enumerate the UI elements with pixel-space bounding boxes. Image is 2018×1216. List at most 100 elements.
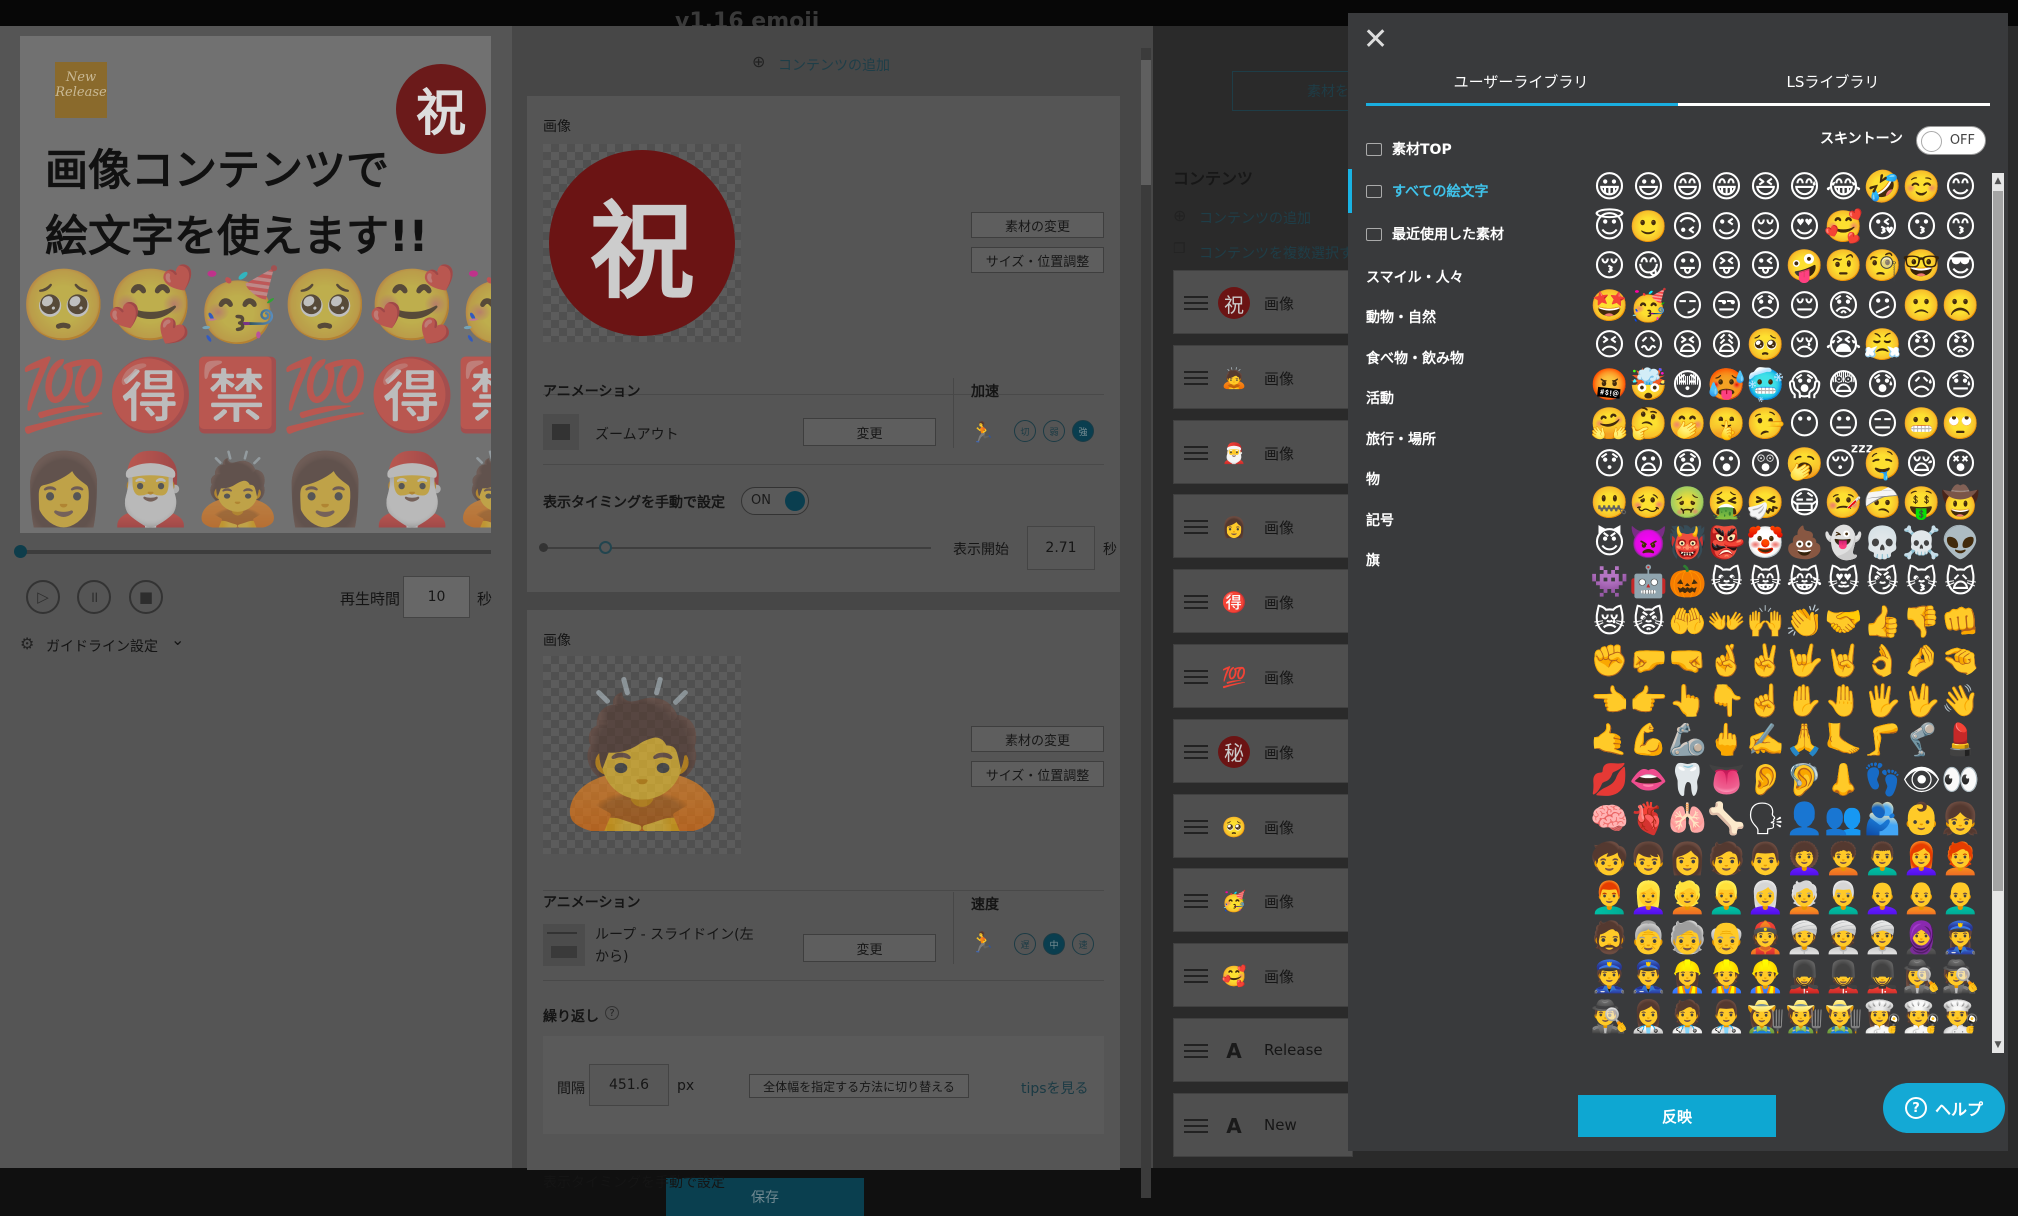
emoji-cell[interactable]: 🙁	[1902, 287, 1941, 327]
emoji-cell[interactable]: 😸	[1746, 563, 1785, 603]
reflect-button[interactable]: 反映	[1578, 1095, 1776, 1137]
emoji-cell[interactable]: 👴	[1707, 919, 1746, 959]
emoji-cell[interactable]: 😯	[1590, 445, 1629, 485]
emoji-cell[interactable]: 💪	[1629, 721, 1668, 761]
emoji-cell[interactable]: 👺	[1707, 524, 1746, 564]
emoji-cell[interactable]: 🤏	[1941, 642, 1980, 682]
emoji-cell[interactable]: 🖖	[1902, 682, 1941, 722]
scroll-up-icon[interactable]: ▲	[1992, 175, 2004, 187]
category-all-emoji[interactable]: すべての絵文字	[1366, 181, 1488, 201]
help-icon[interactable]: ?	[605, 1006, 619, 1020]
slider-start[interactable]	[539, 543, 548, 552]
emoji-cell[interactable]: 😤	[1863, 326, 1902, 366]
emoji-cell[interactable]: 🧑‍🦳	[1785, 879, 1824, 919]
emoji-cell[interactable]: 👷‍♀️	[1668, 958, 1707, 998]
emoji-cell[interactable]: 👮‍♂️	[1629, 958, 1668, 998]
timeline-handle[interactable]	[14, 545, 27, 558]
add-content-link[interactable]: コンテンツの追加	[1199, 208, 1311, 228]
emoji-cell[interactable]: 😏	[1668, 287, 1707, 327]
category-flags[interactable]: 旗	[1366, 550, 1380, 570]
emoji-cell[interactable]: 😼	[1863, 563, 1902, 603]
emoji-cell[interactable]: 😶	[1785, 405, 1824, 445]
emoji-cell[interactable]: 😌	[1746, 208, 1785, 248]
emoji-cell[interactable]: 😫	[1668, 326, 1707, 366]
emoji-cell[interactable]: 👇	[1707, 682, 1746, 722]
emoji-cell[interactable]: 😓	[1941, 366, 1980, 406]
emoji-cell[interactable]: 🧑‍🦱	[1824, 840, 1863, 880]
emoji-cell[interactable]: 🤮	[1707, 484, 1746, 524]
play-button[interactable]: ▷	[26, 580, 60, 614]
emoji-cell[interactable]: 😗	[1902, 208, 1941, 248]
emoji-cell[interactable]: 🥱	[1785, 445, 1824, 485]
emoji-cell[interactable]: 👨‍🦰	[1590, 879, 1629, 919]
emoji-cell[interactable]: 👮	[1590, 958, 1629, 998]
emoji-cell[interactable]: 👾	[1590, 563, 1629, 603]
size-position-button[interactable]: サイズ・位置調整	[971, 761, 1104, 787]
speed-medium[interactable]: 中	[1043, 933, 1065, 955]
skin-tone-toggle[interactable]: OFF	[1916, 126, 1986, 155]
emoji-cell[interactable]: 🫂	[1863, 800, 1902, 840]
add-content-link[interactable]: コンテンツの追加	[778, 55, 890, 75]
tips-link[interactable]: tipsを見る	[1021, 1078, 1089, 1098]
switch-width-button[interactable]: 全体幅を指定する方法に切り替える	[749, 1074, 969, 1098]
emoji-cell[interactable]: 🤧	[1746, 484, 1785, 524]
category-animals[interactable]: 動物・自然	[1366, 307, 1436, 327]
slider-handle[interactable]	[599, 541, 613, 554]
emoji-cell[interactable]: 💂‍♀️	[1785, 958, 1824, 998]
emoji-cell[interactable]: 👩‍🌾	[1746, 998, 1785, 1038]
emoji-cell[interactable]: 😰	[1863, 366, 1902, 406]
emoji-cell[interactable]: 🤢	[1668, 484, 1707, 524]
emoji-cell[interactable]: 🤌	[1902, 642, 1941, 682]
emoji-cell[interactable]: 👳‍♂️	[1863, 919, 1902, 959]
emoji-cell[interactable]: 🖕	[1707, 721, 1746, 761]
category-material-top[interactable]: 素材TOP	[1366, 139, 1452, 159]
accel-strong[interactable]: 強	[1072, 420, 1094, 442]
timing-toggle[interactable]: ON	[741, 487, 809, 515]
emoji-cell[interactable]: 🧠	[1590, 800, 1629, 840]
drag-handle-icon[interactable]	[1184, 744, 1208, 759]
emoji-cell[interactable]: 🫀	[1629, 800, 1668, 840]
emoji-cell[interactable]: 🤯	[1629, 366, 1668, 406]
help-button[interactable]: ? ヘルプ	[1883, 1083, 2005, 1133]
category-food[interactable]: 食べ物・飲み物	[1366, 348, 1464, 368]
emoji-cell[interactable]: 🤪	[1785, 247, 1824, 287]
emoji-cell[interactable]: 👮‍♀️	[1941, 919, 1980, 959]
emoji-cell[interactable]: 👻	[1824, 524, 1863, 564]
emoji-cell[interactable]: 😩	[1707, 326, 1746, 366]
emoji-cell[interactable]: 🙂	[1629, 208, 1668, 248]
category-smileys[interactable]: スマイル・人々	[1366, 267, 1464, 287]
emoji-cell[interactable]: 🧔	[1590, 919, 1629, 959]
category-objects[interactable]: 物	[1366, 469, 1380, 489]
playback-timeline[interactable]	[20, 550, 491, 554]
emoji-cell[interactable]: 👉	[1629, 682, 1668, 722]
emoji-cell[interactable]: 👱	[1668, 879, 1707, 919]
emoji-cell[interactable]: 🥵	[1707, 366, 1746, 406]
accel-weak[interactable]: 弱	[1043, 420, 1065, 442]
guideline-settings[interactable]: ガイドライン設定	[46, 636, 158, 656]
scroll-down-icon[interactable]: ▼	[1992, 1039, 2004, 1051]
emoji-cell[interactable]: 😾	[1629, 603, 1668, 643]
emoji-cell[interactable]: 🤘	[1824, 642, 1863, 682]
emoji-cell[interactable]: 🧓	[1668, 919, 1707, 959]
emoji-cell[interactable]: 💩	[1785, 524, 1824, 564]
drag-handle-icon[interactable]	[1184, 445, 1208, 460]
emoji-cell[interactable]: 🧑‍⚕️	[1668, 998, 1707, 1038]
emoji-cell[interactable]: 😷	[1785, 484, 1824, 524]
emoji-cell[interactable]: 👩‍🦲	[1863, 879, 1902, 919]
emoji-cell[interactable]: 😉	[1707, 208, 1746, 248]
content-list-item[interactable]: 🥳 画像	[1173, 868, 1353, 933]
emoji-cell[interactable]: 👧	[1941, 800, 1980, 840]
content-list-item[interactable]: A New	[1173, 1092, 1353, 1157]
emoji-cell[interactable]: 🥴	[1629, 484, 1668, 524]
emoji-cell[interactable]: 👩‍🍳	[1863, 998, 1902, 1038]
emoji-cell[interactable]: 🧕	[1902, 919, 1941, 959]
emoji-cell[interactable]: 😚	[1590, 247, 1629, 287]
start-time-input[interactable]: 2.71	[1027, 526, 1095, 570]
emoji-cell[interactable]: 🤣	[1863, 168, 1902, 208]
tab-user-library[interactable]: ユーザーライブラリ	[1366, 71, 1676, 92]
emoji-cell[interactable]: 👂	[1746, 761, 1785, 801]
emoji-cell[interactable]: 👣	[1863, 761, 1902, 801]
emoji-cell[interactable]: 😈	[1590, 524, 1629, 564]
emoji-cell[interactable]: 🤐	[1590, 484, 1629, 524]
content-list-item[interactable]: 🥺 画像	[1173, 793, 1353, 858]
